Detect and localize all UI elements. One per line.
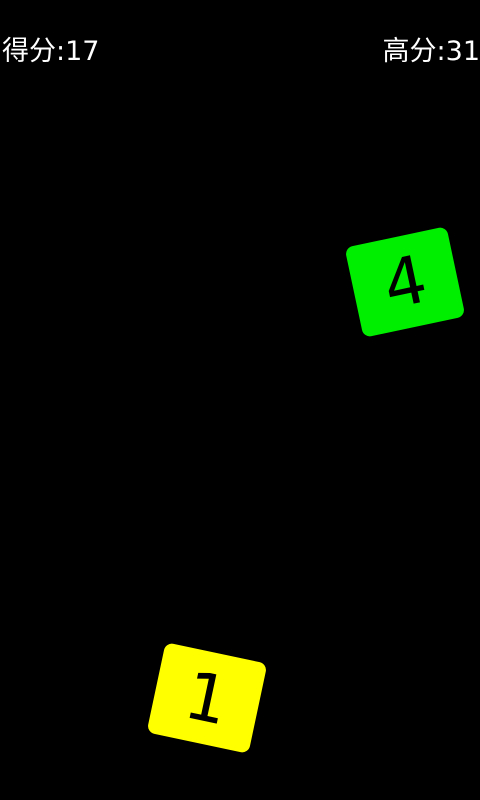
number-block-1[interactable]: 1 [146, 642, 268, 754]
block-number: 4 [376, 239, 434, 325]
block-number: 1 [178, 655, 236, 741]
high-score-label: 高分:31 [382, 36, 480, 67]
game-screen[interactable]: 得分:17 高分:31 4 1 [0, 0, 480, 800]
score-label: 得分:17 [2, 36, 100, 67]
number-block-4[interactable]: 4 [344, 226, 466, 338]
